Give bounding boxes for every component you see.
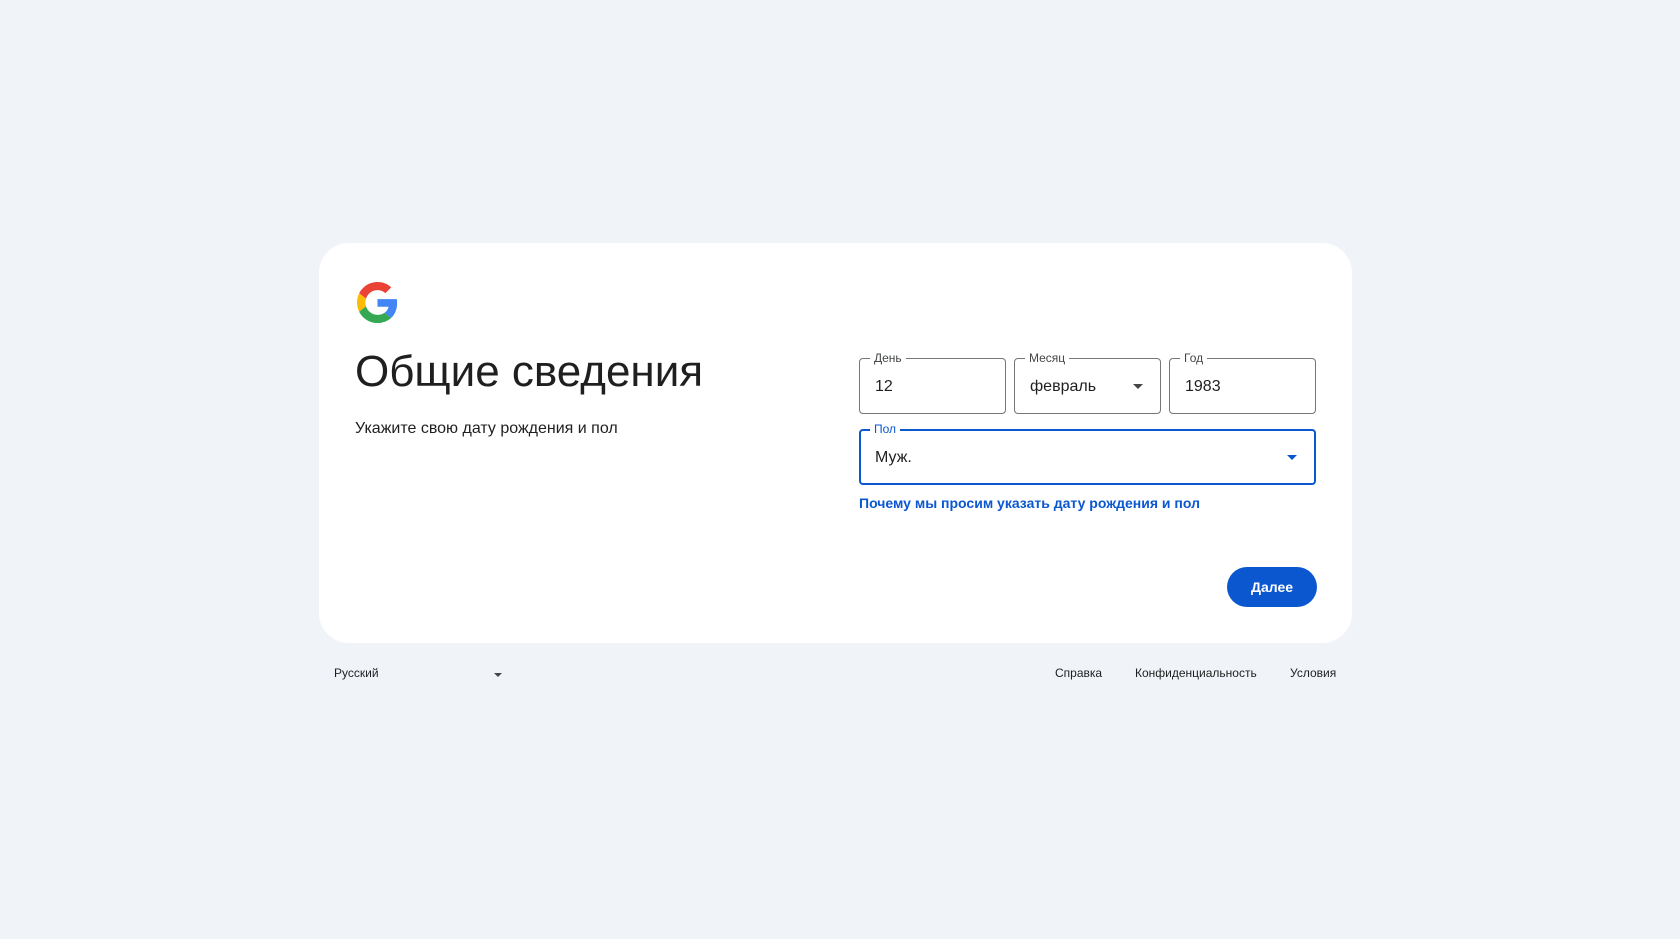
day-field-label: День [870, 350, 906, 366]
year-field-value[interactable]: 1983 [1185, 377, 1221, 397]
footer-link-help[interactable]: Справка [1055, 666, 1102, 680]
language-select-value[interactable]: Русский [334, 666, 379, 680]
gender-select-label: Пол [870, 421, 901, 437]
month-select[interactable]: Месяц февраль [1014, 350, 1161, 414]
google-logo-icon [357, 282, 398, 323]
chevron-down-icon[interactable] [1287, 455, 1297, 460]
signup-card: Общие сведения Укажите свою дату рождени… [319, 243, 1352, 643]
page-title: Общие сведения [355, 347, 704, 396]
day-field[interactable]: День 12 [859, 350, 1006, 414]
footer: Русский Справка Конфиденциальность Услов… [0, 666, 1680, 686]
gender-select[interactable]: Пол Муж. [859, 421, 1316, 485]
month-select-value[interactable]: февраль [1030, 377, 1096, 397]
next-button[interactable]: Далее [1227, 567, 1317, 607]
page-subtitle: Укажите свою дату рождения и пол [355, 420, 618, 437]
language-select[interactable]: Русский [334, 666, 502, 686]
year-field[interactable]: Год 1983 [1169, 350, 1316, 414]
year-field-label: Год [1180, 350, 1208, 366]
footer-link-terms[interactable]: Условия [1290, 666, 1336, 680]
chevron-down-icon[interactable] [494, 673, 502, 677]
month-select-label: Месяц [1025, 350, 1070, 366]
chevron-down-icon[interactable] [1133, 384, 1143, 389]
gender-select-value[interactable]: Муж. [875, 448, 912, 468]
why-birthdate-gender-link[interactable]: Почему мы просим указать дату рождения и… [859, 495, 1200, 511]
footer-link-privacy[interactable]: Конфиденциальность [1135, 666, 1257, 680]
day-field-value[interactable]: 12 [875, 377, 893, 397]
